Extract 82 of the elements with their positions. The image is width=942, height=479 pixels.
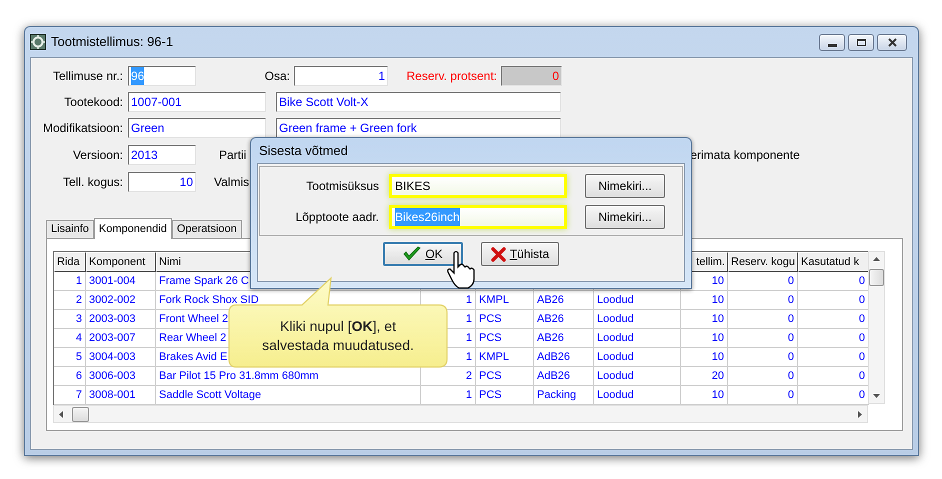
table-cell: Loodud [594, 367, 681, 386]
table-cell: 20 [681, 367, 728, 386]
tab[interactable]: Operatsioon [172, 220, 242, 238]
table-cell: 0 [728, 291, 798, 310]
table-cell: 10 [681, 329, 728, 348]
table-cell: KMPL [476, 348, 534, 367]
field-label: Tell. kogus: [62, 174, 123, 191]
table-cell: 0 [728, 310, 798, 329]
field-label: Modifikatsioon: [42, 120, 123, 137]
table-cell: 3006-003 [86, 367, 156, 386]
table-cell: AB26 [534, 291, 594, 310]
table-cell: PCS [476, 329, 534, 348]
text-field[interactable]: BIKES [389, 174, 567, 198]
table-cell: 0 [728, 329, 798, 348]
list-button[interactable]: Nimekiri... [585, 174, 665, 198]
field-label: Partii [219, 147, 246, 164]
field-label: Lõpptoote aadr. [294, 208, 379, 226]
table-cell: 3 [54, 310, 86, 329]
column-header[interactable]: Reserv. kogu [728, 252, 798, 272]
table-cell: 10 [681, 348, 728, 367]
window-title: Tootmistellimus: 96-1 [51, 33, 174, 52]
table-cell: 2003-003 [86, 310, 156, 329]
hand-cursor-icon [447, 250, 477, 290]
table-cell: 10 [681, 310, 728, 329]
text-field[interactable]: Bike Scott Volt-X [276, 92, 561, 112]
table-cell: AdB26 [534, 367, 594, 386]
text-field[interactable]: 2013 [128, 145, 196, 165]
table-cell: 2003-007 [86, 329, 156, 348]
table-cell: AB26 [534, 310, 594, 329]
checkbox-label: erimata komponente [690, 147, 800, 164]
text-field[interactable]: 1 [294, 66, 388, 86]
minimize-button[interactable] [819, 34, 845, 50]
field-label: Tootekood: [63, 94, 123, 111]
vertical-scrollbar[interactable] [868, 251, 885, 404]
field-label: Tootmisüksus [305, 178, 379, 194]
table-cell: 4 [54, 329, 86, 348]
horizontal-scrollbar[interactable] [53, 405, 868, 423]
table-cell: 0 [728, 272, 798, 291]
app-icon [30, 34, 46, 50]
text-field[interactable]: Green [128, 118, 266, 138]
scroll-thumb[interactable] [869, 269, 884, 286]
tab[interactable]: Lisainfo [46, 220, 94, 238]
table-cell: Loodud [594, 291, 681, 310]
table-cell: 3001-004 [86, 272, 156, 291]
table-cell: 0 [728, 348, 798, 367]
table-cell: 3002-002 [86, 291, 156, 310]
text-field[interactable]: 10 [128, 172, 196, 192]
field-label: Osa: [264, 68, 290, 85]
field-label: Versioon: [72, 147, 123, 164]
table-cell: 5 [54, 348, 86, 367]
table-cell: PCS [476, 367, 534, 386]
x-icon [490, 246, 506, 262]
maximize-button[interactable] [848, 34, 874, 50]
ok-button[interactable]: OK [383, 242, 463, 266]
dialog-title: Sisesta võtmed [259, 142, 348, 160]
text-field[interactable]: Green frame + Green fork [276, 118, 561, 138]
table-cell: AB26 [534, 329, 594, 348]
close-icon [888, 38, 896, 46]
table-cell: 10 [681, 291, 728, 310]
table-cell: 3004-003 [86, 348, 156, 367]
list-button[interactable]: Nimekiri... [585, 204, 665, 228]
cancel-button[interactable]: Tühista [481, 242, 559, 266]
table-cell: 0 [728, 367, 798, 386]
table-cell: 2 [54, 291, 86, 310]
table-cell: 6 [54, 367, 86, 386]
check-icon [403, 246, 422, 262]
table-cell: KMPL [476, 291, 534, 310]
tab[interactable]: Komponendid [94, 218, 172, 239]
field-label: Valmis [214, 174, 250, 191]
table-cell: AdB26 [534, 348, 594, 367]
table-cell: Loodud [594, 329, 681, 348]
field-label: Tellimuse nr.: [52, 68, 123, 85]
column-header[interactable]: Komponent [86, 252, 156, 272]
table-cell: 1 [54, 272, 86, 291]
table-cell: PCS [476, 310, 534, 329]
text-field[interactable]: 1007-001 [128, 92, 266, 112]
scroll-thumb[interactable] [72, 406, 89, 422]
close-button[interactable] [877, 34, 907, 50]
table-cell: Loodud [594, 348, 681, 367]
table-cell: Loodud [594, 310, 681, 329]
column-header[interactable]: Rida [54, 252, 86, 272]
field-label: Reserv. protsent: [406, 68, 497, 85]
